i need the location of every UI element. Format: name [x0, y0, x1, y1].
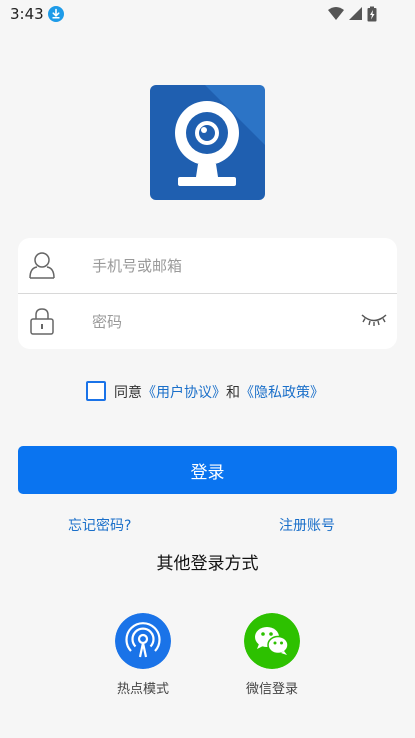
- hotspot-icon[interactable]: [115, 613, 171, 669]
- account-row: [18, 238, 397, 293]
- agreement-text: 同意《用户协议》和《隐私政策》: [114, 382, 324, 402]
- other-login-title: 其他登录方式: [156, 554, 259, 574]
- status-time: 3:43: [10, 5, 44, 23]
- status-bar: 3:43: [0, 0, 415, 28]
- privacy-link[interactable]: 《隐私政策》: [240, 385, 324, 401]
- agreement-checkbox[interactable]: [86, 381, 106, 401]
- system-status-icons: [328, 6, 377, 22]
- password-input[interactable]: [92, 294, 352, 349]
- agree-prefix: 同意: [114, 385, 142, 401]
- hotspot-login-option[interactable]: 热点模式: [103, 613, 183, 703]
- lock-icon: [30, 308, 54, 335]
- app-logo: [150, 85, 265, 200]
- forgot-password-link[interactable]: 忘记密码?: [68, 515, 131, 535]
- battery-icon: [367, 6, 377, 22]
- wechat-login-option[interactable]: 微信登录: [232, 613, 312, 703]
- login-button[interactable]: 登录: [18, 446, 397, 494]
- wechat-label: 微信登录: [245, 682, 298, 697]
- signal-icon: [349, 7, 362, 20]
- wechat-icon[interactable]: [244, 613, 300, 669]
- register-link[interactable]: 注册账号: [279, 515, 335, 535]
- hotspot-label: 热点模式: [116, 682, 169, 697]
- user-icon: [29, 252, 55, 279]
- account-input[interactable]: [92, 238, 352, 293]
- login-form-card: [18, 238, 397, 349]
- wifi-icon: [328, 7, 344, 20]
- agree-conjunction: 和: [226, 385, 240, 401]
- terms-link[interactable]: 《用户协议》: [142, 385, 226, 401]
- password-row: [18, 294, 397, 349]
- download-icon: [48, 6, 64, 22]
- eye-closed-icon[interactable]: [361, 312, 387, 328]
